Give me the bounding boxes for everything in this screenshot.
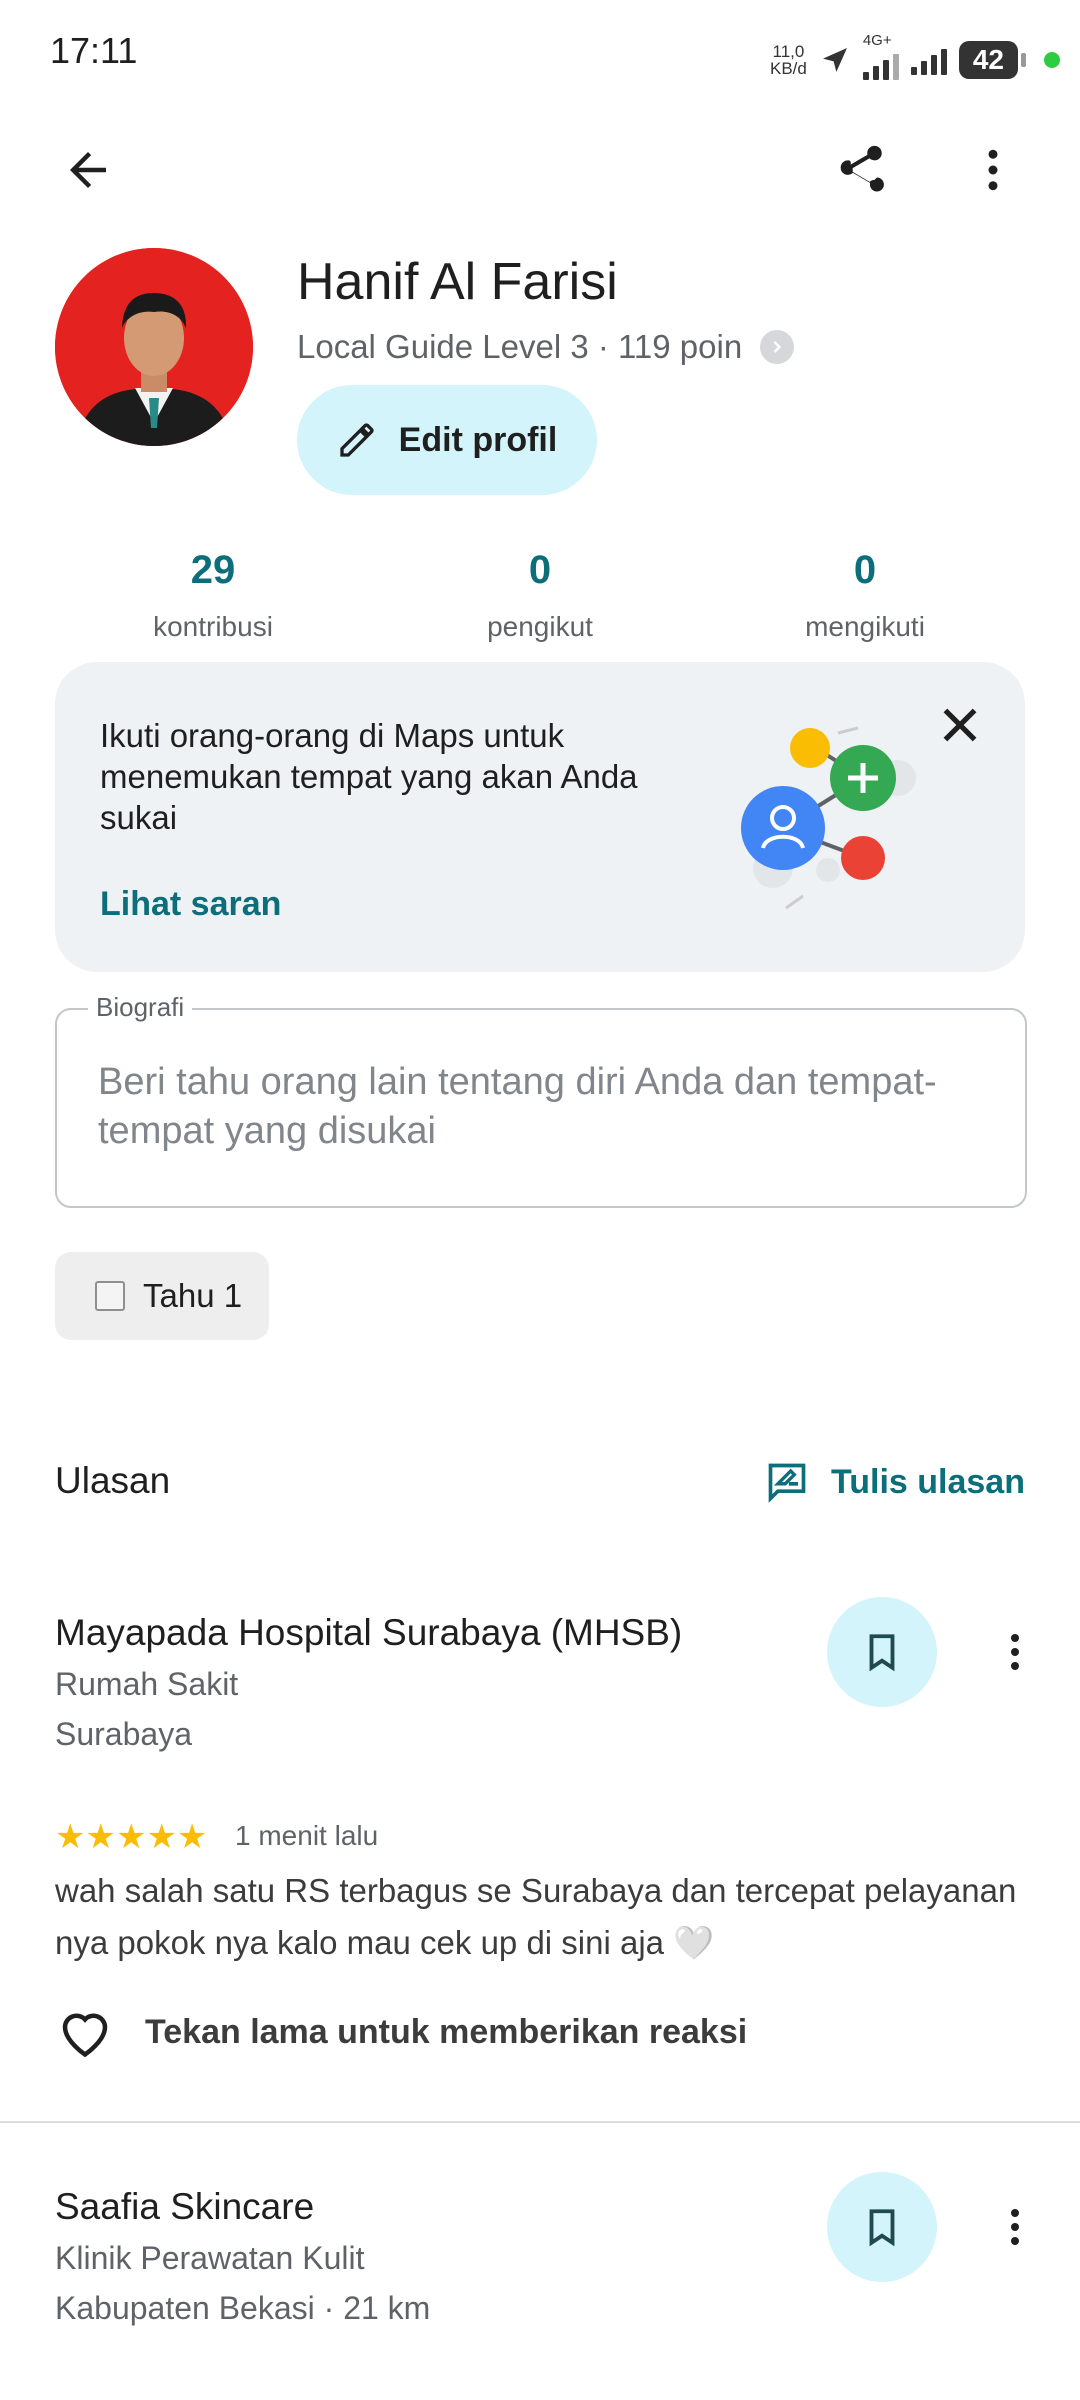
write-review-label: Tulis ulasan	[831, 1462, 1025, 1501]
badge-chip[interactable]: Tahu 1	[55, 1252, 269, 1340]
more-vert-icon	[1011, 2209, 1019, 2245]
reaction-hint: Tekan lama untuk memberikan reaksi	[145, 2012, 748, 2051]
stat-label: mengikuti	[805, 611, 925, 642]
write-review-button[interactable]: Tulis ulasan	[765, 1460, 1025, 1504]
review-more-button[interactable]	[975, 1612, 1055, 1692]
more-vert-icon	[1011, 1634, 1019, 1670]
arrow-back-icon	[70, 152, 106, 188]
biography-label: Biografi	[88, 992, 193, 1023]
stat-label: kontribusi	[153, 611, 273, 642]
network-speed: 11,0 KB/d	[769, 42, 807, 78]
save-place-button[interactable]	[827, 1597, 937, 1707]
more-options-button[interactable]	[953, 130, 1033, 210]
stat-value: 29	[190, 548, 236, 592]
stat-label: pengikut	[487, 611, 593, 642]
share-button[interactable]	[820, 130, 900, 210]
mobile-data-indicator: 4G+	[862, 32, 899, 80]
review-place-location: Kabupaten Bekasi · 21 km	[55, 2290, 431, 2326]
stat-following[interactable]: 0 mengikuti	[745, 548, 985, 643]
share-icon	[840, 145, 884, 192]
reviews-section-title: Ulasan	[55, 1460, 171, 1501]
more-vert-icon	[988, 149, 998, 191]
edit-profile-button[interactable]: Edit profil	[297, 385, 597, 495]
suggestion-text: Ikuti orang-orang di Maps untuk menemuka…	[100, 717, 638, 836]
location-arrow-icon	[822, 48, 847, 72]
square-icon	[95, 1281, 125, 1311]
reaction-button[interactable]: Tekan lama untuk memberikan reaksi	[55, 2002, 747, 2062]
star-rating: ★★★★★	[55, 1817, 207, 1857]
heart-icon	[62, 2013, 108, 2058]
local-guide-level[interactable]: Local Guide Level 3 · 119 poin	[297, 328, 795, 366]
save-place-button[interactable]	[827, 2172, 937, 2282]
review-place-name[interactable]: Mayapada Hospital Surabaya (MHSB)	[55, 1612, 682, 1654]
close-icon	[943, 708, 977, 742]
status-icons: 11,0 KB/d 4G+ 42	[769, 32, 1060, 82]
chevron-right-icon	[760, 330, 795, 364]
review-time: 1 menit lalu	[235, 1820, 379, 1851]
review-place-category: Rumah Sakit	[55, 1666, 239, 1702]
signal-2-icon	[910, 45, 947, 75]
biography-placeholder[interactable]: Beri tahu orang lain tentang diri Anda d…	[98, 1058, 978, 1156]
privacy-indicator-dot	[1044, 52, 1060, 68]
profile-name: Hanif Al Farisi	[297, 253, 618, 311]
divider	[0, 2121, 1080, 2123]
review-place-location: Surabaya	[55, 1716, 192, 1752]
review-place-name[interactable]: Saafia Skincare	[55, 2186, 314, 2228]
bookmark-icon	[869, 2209, 895, 2247]
stat-value: 0	[853, 548, 877, 592]
star-icons: ★★★★★	[55, 1818, 208, 1856]
profile-photo	[55, 248, 253, 446]
people-illustration	[741, 726, 916, 910]
avatar[interactable]	[55, 248, 253, 446]
review-place-category: Klinik Perawatan Kulit	[55, 2240, 365, 2276]
back-button[interactable]	[48, 130, 128, 210]
close-card-button[interactable]	[935, 700, 985, 755]
review-text: wah salah satu RS terbagus se Surabaya d…	[55, 1872, 1017, 1961]
stat-value: 0	[528, 548, 552, 592]
status-time: 17:11	[50, 30, 138, 71]
battery-indicator: 42	[958, 41, 1027, 79]
rate-review-icon	[768, 1463, 806, 1503]
stat-followers[interactable]: 0 pengikut	[420, 548, 660, 643]
badge-chip-label: Tahu 1	[143, 1277, 243, 1314]
local-guide-level-text: Local Guide Level 3 · 119 poin	[297, 328, 743, 365]
bookmark-icon	[869, 1634, 895, 1672]
stat-contributions[interactable]: 29 kontribusi	[93, 548, 333, 643]
edit-profile-label: Edit profil	[398, 420, 558, 459]
review-more-button[interactable]	[975, 2187, 1055, 2267]
see-suggestions-link[interactable]: Lihat saran	[100, 885, 281, 924]
pencil-icon	[340, 423, 374, 457]
